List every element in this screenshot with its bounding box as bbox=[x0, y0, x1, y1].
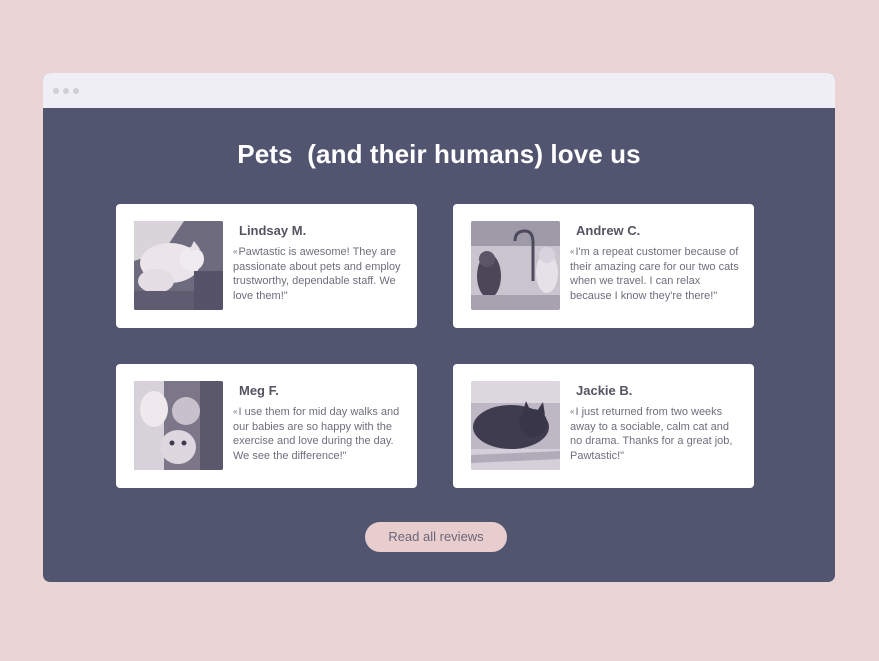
review-card: Andrew C. «I'm a repeat customer because… bbox=[453, 204, 754, 328]
reviewer-name: Meg F. bbox=[239, 383, 279, 398]
section-heading: Pets (and their humans) love us bbox=[237, 139, 641, 169]
reviewer-name: Jackie B. bbox=[576, 383, 633, 398]
review-text-body: Pawtastic is awesome! They are passionat… bbox=[233, 246, 401, 302]
review-text-body: I'm a repeat customer because of their a… bbox=[570, 246, 739, 302]
quote-icon: « bbox=[233, 247, 238, 256]
review-text-body: I use them for mid day walks and our bab… bbox=[233, 406, 400, 462]
read-all-reviews-button[interactable]: Read all reviews bbox=[365, 522, 507, 552]
review-text: «I just returned from two weeks away to … bbox=[570, 405, 742, 463]
window-dot-icon bbox=[63, 88, 69, 94]
review-text: «I use them for mid day walks and our ba… bbox=[233, 405, 405, 463]
window-dot-icon bbox=[73, 88, 79, 94]
review-text: «Pawtastic is awesome! They are passiona… bbox=[233, 245, 405, 303]
reviewer-name: Andrew C. bbox=[576, 223, 641, 238]
browser-window: Pets (and their humans) love us Lindsay … bbox=[43, 73, 835, 582]
review-card: Lindsay M. «Pawtastic is awesome! They a… bbox=[116, 204, 417, 328]
reviewer-pet-photo bbox=[134, 381, 223, 470]
review-text-body: I just returned from two weeks away to a… bbox=[570, 406, 733, 462]
window-dot-icon bbox=[53, 88, 59, 94]
reviewer-pet-photo bbox=[471, 381, 560, 470]
quote-icon: « bbox=[570, 247, 575, 256]
quote-icon: « bbox=[570, 407, 575, 416]
reviewer-name: Lindsay M. bbox=[239, 223, 307, 238]
reviewer-pet-photo bbox=[471, 221, 560, 310]
review-text: «I'm a repeat customer because of their … bbox=[570, 245, 742, 303]
review-card: Meg F. «I use them for mid day walks and… bbox=[116, 364, 417, 488]
quote-icon: « bbox=[233, 407, 238, 416]
reviewer-pet-photo bbox=[134, 221, 223, 310]
review-card: Jackie B. «I just returned from two week… bbox=[453, 364, 754, 488]
browser-titlebar bbox=[43, 73, 835, 108]
